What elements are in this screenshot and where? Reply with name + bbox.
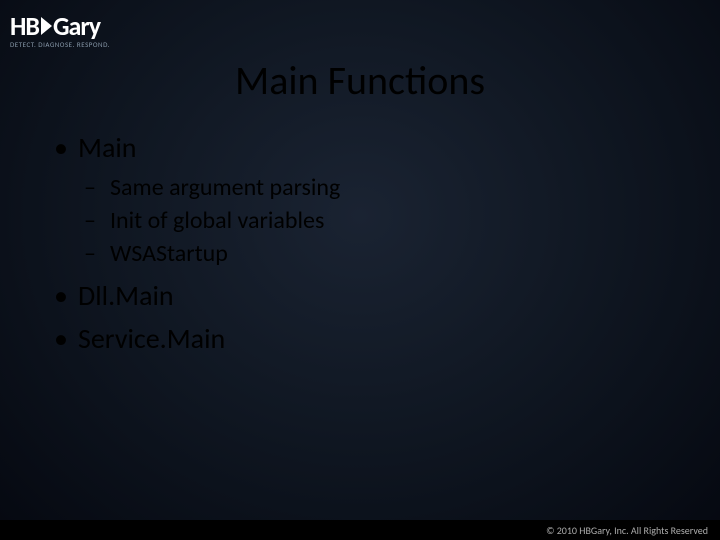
footer: © 2010 HBGary, Inc. All Rights Reserved [0,520,720,540]
bullet-text: Dll.Main [78,278,174,313]
footer-copyright: © 2010 HBGary, Inc. All Rights Reserved [546,524,708,537]
bullet-dllmain: Dll.Main [52,278,340,313]
logo-main: HB Gary [10,10,100,42]
bullet-servicemain: Service.Main [52,321,340,356]
bullet-main: Main [52,130,340,165]
logo-gary-text: Gary [53,10,100,42]
arrow-icon [41,17,52,35]
sub-bullet: WSAStartup [84,239,340,268]
logo-tagline: DETECT. DIAGNOSE. RESPOND. [10,40,110,49]
sub-bullet: Same argument parsing [84,173,340,202]
slide-title: Main Functions [0,56,720,105]
bullet-text: Service.Main [78,321,225,356]
slide-content: Main Same argument parsing Init of globa… [52,130,340,364]
sub-bullet-text: Init of global variables [110,206,324,235]
logo: HB Gary DETECT. DIAGNOSE. RESPOND. [10,10,110,49]
bullet-text: Main [78,130,137,165]
sub-bullet-text: WSAStartup [110,239,228,268]
sub-bullet: Init of global variables [84,206,340,235]
sub-bullet-text: Same argument parsing [110,173,340,202]
sub-list: Same argument parsing Init of global var… [52,173,340,268]
logo-hb-text: HB [10,10,39,42]
